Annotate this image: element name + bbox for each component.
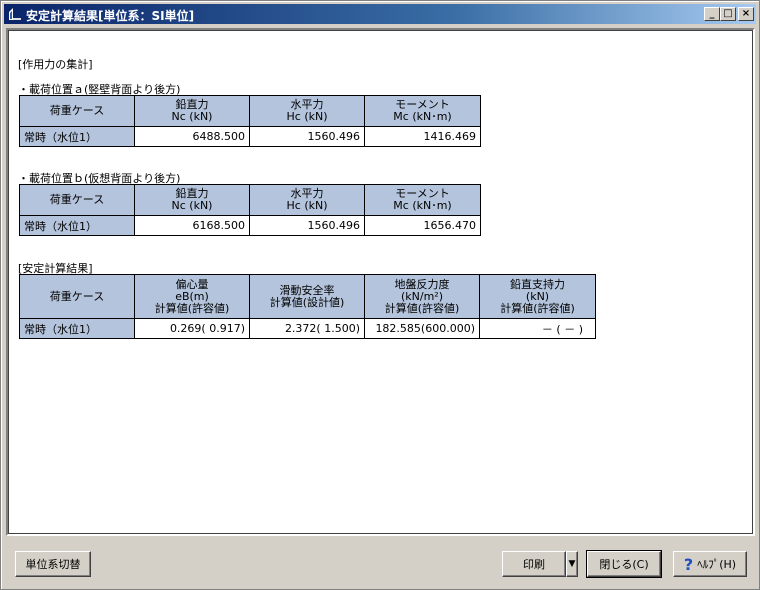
table-row: 常時（水位1） 6488.500 1560.496 1416.469 [19, 126, 481, 147]
print-dropdown-button[interactable]: ▼ [566, 551, 578, 577]
col-header-vertical-bearing: 鉛直支持力 (kN) 計算値(許容値) [479, 274, 596, 319]
col-header-ground-reaction: 地盤反力度 (kN/m²) 計算値(許容値) [364, 274, 480, 319]
app-icon [9, 8, 21, 20]
col-header-load-case: 荷重ケース [19, 95, 135, 127]
table-header-row: 荷重ケース 偏心量 eB(m) 計算値(許容値) 滑動安全率 計算値(設計値) 地盤反… [19, 274, 596, 319]
print-button[interactable]: 印刷 [502, 551, 566, 577]
cell-sliding-safety: 2.372( 1.500) [249, 318, 365, 339]
table-header-row: 荷重ケース 鉛直力 Nc (kN) 水平力 Hc (kN) モーメント Mc (kN･… [19, 184, 481, 216]
table-row: 常時（水位1） 0.269( 0.917) 2.372( 1.500) 182.… [19, 318, 596, 339]
help-button-label: ﾍﾙﾌﾟ(H) [697, 558, 737, 571]
col-header-eccentricity: 偏心量 eB(m) 計算値(許容値) [134, 274, 250, 319]
col-header-load-case: 荷重ケース [19, 184, 135, 216]
maximize-button[interactable]: □ [720, 7, 736, 21]
cell-horizontal-force: 1560.496 [249, 126, 365, 147]
forces-table-a: 荷重ケース 鉛直力 Nc (kN) 水平力 Hc (kN) モーメント Mc (kN･… [19, 95, 481, 147]
col-header-moment: モーメント Mc (kN･m) [364, 95, 481, 127]
cell-eccentricity: 0.269( 0.917) [134, 318, 250, 339]
close-button[interactable]: 閉じる(C) [586, 550, 662, 578]
col-header-vertical-force: 鉛直力 Nc (kN) [134, 184, 250, 216]
col-header-vertical-force: 鉛直力 Nc (kN) [134, 95, 250, 127]
col-header-sliding-safety: 滑動安全率 計算値(設計値) [249, 274, 365, 319]
cell-vertical-force: 6168.500 [134, 215, 250, 236]
window-title: 安定計算結果[単位系：SI単位] [26, 9, 195, 23]
cell-ground-reaction: 182.585(600.000) [364, 318, 480, 339]
help-button[interactable]: ? ﾍﾙﾌﾟ(H) [673, 551, 747, 577]
col-header-load-case: 荷重ケース [19, 274, 135, 319]
close-window-button[interactable]: × [738, 7, 754, 21]
col-header-moment: モーメント Mc (kN･m) [364, 184, 481, 216]
col-header-horizontal-force: 水平力 Hc (kN) [249, 95, 365, 127]
row-load-case: 常時（水位1） [19, 318, 135, 339]
results-panel: [作用力の集計] ・載荷位置ａ(竪壁背面より後方) 荷重ケース 鉛直力 Nc (k… [6, 28, 755, 536]
help-question-icon: ? [683, 554, 694, 574]
cell-horizontal-force: 1560.496 [249, 215, 365, 236]
table-row: 常時（水位1） 6168.500 1560.496 1656.470 [19, 215, 481, 236]
col-header-horizontal-force: 水平力 Hc (kN) [249, 184, 365, 216]
cell-moment: 1656.470 [364, 215, 481, 236]
forces-table-b: 荷重ケース 鉛直力 Nc (kN) 水平力 Hc (kN) モーメント Mc (kN･… [19, 184, 481, 236]
cell-vertical-force: 6488.500 [134, 126, 250, 147]
minimize-button[interactable]: _ [704, 7, 720, 21]
stability-table: 荷重ケース 偏心量 eB(m) 計算値(許容値) 滑動安全率 計算値(設計値) 地盤反… [19, 274, 596, 339]
window: 安定計算結果[単位系：SI単位] _ □ × [作用力の集計] ・載荷位置ａ(竪… [0, 0, 760, 590]
table-header-row: 荷重ケース 鉛直力 Nc (kN) 水平力 Hc (kN) モーメント Mc (kN･… [19, 95, 481, 127]
title-bar[interactable]: 安定計算結果[単位系：SI単位] _ □ × [4, 4, 756, 24]
unit-switch-button[interactable]: 単位系切替 [15, 551, 91, 577]
row-load-case: 常時（水位1） [19, 126, 135, 147]
cell-vertical-bearing: － ( － ) [479, 318, 596, 339]
row-load-case: 常時（水位1） [19, 215, 135, 236]
cell-moment: 1416.469 [364, 126, 481, 147]
section-heading-forces: [作用力の集計] [18, 58, 93, 71]
